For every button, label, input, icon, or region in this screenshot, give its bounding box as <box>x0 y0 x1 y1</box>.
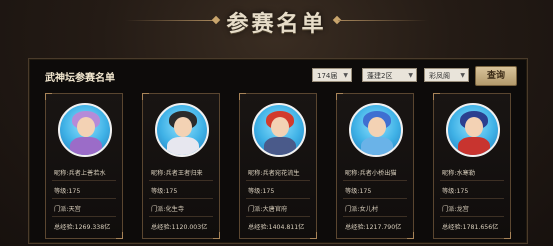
player-school: 门派:龙宫 <box>442 206 469 213</box>
player-card: 昵称:兵者上善若水 等级:175 门派:天宫 总经验:1269.338亿 <box>45 93 123 239</box>
divider <box>343 180 407 181</box>
title-ornament-right <box>338 20 428 21</box>
player-score: 总经验:1404.811亿 <box>248 224 305 231</box>
player-avatar <box>446 103 500 157</box>
player-school: 门派:大唐官府 <box>248 206 288 213</box>
avatar-face <box>77 117 95 137</box>
divider <box>246 216 310 217</box>
player-level: 等级:175 <box>442 188 469 195</box>
chevron-down-icon: ▼ <box>343 72 348 79</box>
avatar-body <box>70 137 102 155</box>
player-card: 昵称:兵者王者归来 等级:175 门派:化生寺 总经验:1120.003亿 <box>142 93 220 239</box>
server-select-value: 彩凤阁 <box>429 72 450 80</box>
divider <box>246 180 310 181</box>
roster-panel: 武神坛参赛名单 174届 ▼ 蓬建2区 ▼ 彩凤阁 ▼ 查询 昵称:兵者上善若水… <box>28 58 528 244</box>
player-card: 昵称:兵者宛花流生 等级:175 门派:大唐官府 总经验:1404.811亿 <box>239 93 317 239</box>
divider <box>52 216 116 217</box>
divider <box>149 198 213 199</box>
server-select[interactable]: 彩凤阁 ▼ <box>424 68 469 82</box>
player-school: 门派:天宫 <box>54 206 81 213</box>
avatar-body <box>361 137 393 155</box>
divider <box>149 180 213 181</box>
divider <box>52 180 116 181</box>
player-name: 昵称:水寒勒 <box>442 170 476 177</box>
avatar-body <box>264 137 296 155</box>
divider <box>343 216 407 217</box>
player-level: 等级:175 <box>151 188 178 195</box>
player-score: 总经验:1120.003亿 <box>151 224 208 231</box>
avatar-face <box>174 117 192 137</box>
player-card: 昵称:水寒勒 等级:175 门派:龙宫 总经验:1781.656亿 <box>433 93 511 239</box>
player-name: 昵称:兵者上善若水 <box>54 170 106 177</box>
chevron-down-icon: ▼ <box>408 72 413 79</box>
avatar-face <box>465 117 483 137</box>
avatar-face <box>271 117 289 137</box>
panel-title: 武神坛参赛名单 <box>45 73 115 84</box>
player-score: 总经验:1781.656亿 <box>442 224 499 231</box>
player-level: 等级:175 <box>248 188 275 195</box>
player-avatar <box>155 103 209 157</box>
player-avatar <box>58 103 112 157</box>
session-select-value: 174届 <box>317 72 338 80</box>
divider <box>343 198 407 199</box>
player-level: 等级:175 <box>345 188 372 195</box>
server-group-select[interactable]: 蓬建2区 ▼ <box>362 68 417 82</box>
avatar-face <box>368 117 386 137</box>
player-name: 昵称:兵者小桥出猫 <box>345 170 397 177</box>
divider <box>440 216 504 217</box>
player-score: 总经验:1269.338亿 <box>54 224 111 231</box>
server-group-select-value: 蓬建2区 <box>367 72 393 80</box>
player-level: 等级:175 <box>54 188 81 195</box>
player-name: 昵称:兵者宛花流生 <box>248 170 300 177</box>
player-name: 昵称:兵者王者归来 <box>151 170 203 177</box>
divider <box>52 198 116 199</box>
player-card: 昵称:兵者小桥出猫 等级:175 门派:女儿村 总经验:1217.790亿 <box>336 93 414 239</box>
divider <box>440 198 504 199</box>
player-school: 门派:女儿村 <box>345 206 379 213</box>
divider <box>149 216 213 217</box>
page-title: 参赛名单 <box>226 11 327 37</box>
divider <box>246 198 310 199</box>
player-avatar <box>349 103 403 157</box>
chevron-down-icon: ▼ <box>460 72 465 79</box>
query-button[interactable]: 查询 <box>475 66 517 86</box>
player-school: 门派:化生寺 <box>151 206 185 213</box>
divider <box>440 180 504 181</box>
avatar-body <box>458 137 490 155</box>
player-avatar <box>252 103 306 157</box>
player-score: 总经验:1217.790亿 <box>345 224 402 231</box>
avatar-body <box>167 137 199 155</box>
session-select[interactable]: 174届 ▼ <box>312 68 352 82</box>
